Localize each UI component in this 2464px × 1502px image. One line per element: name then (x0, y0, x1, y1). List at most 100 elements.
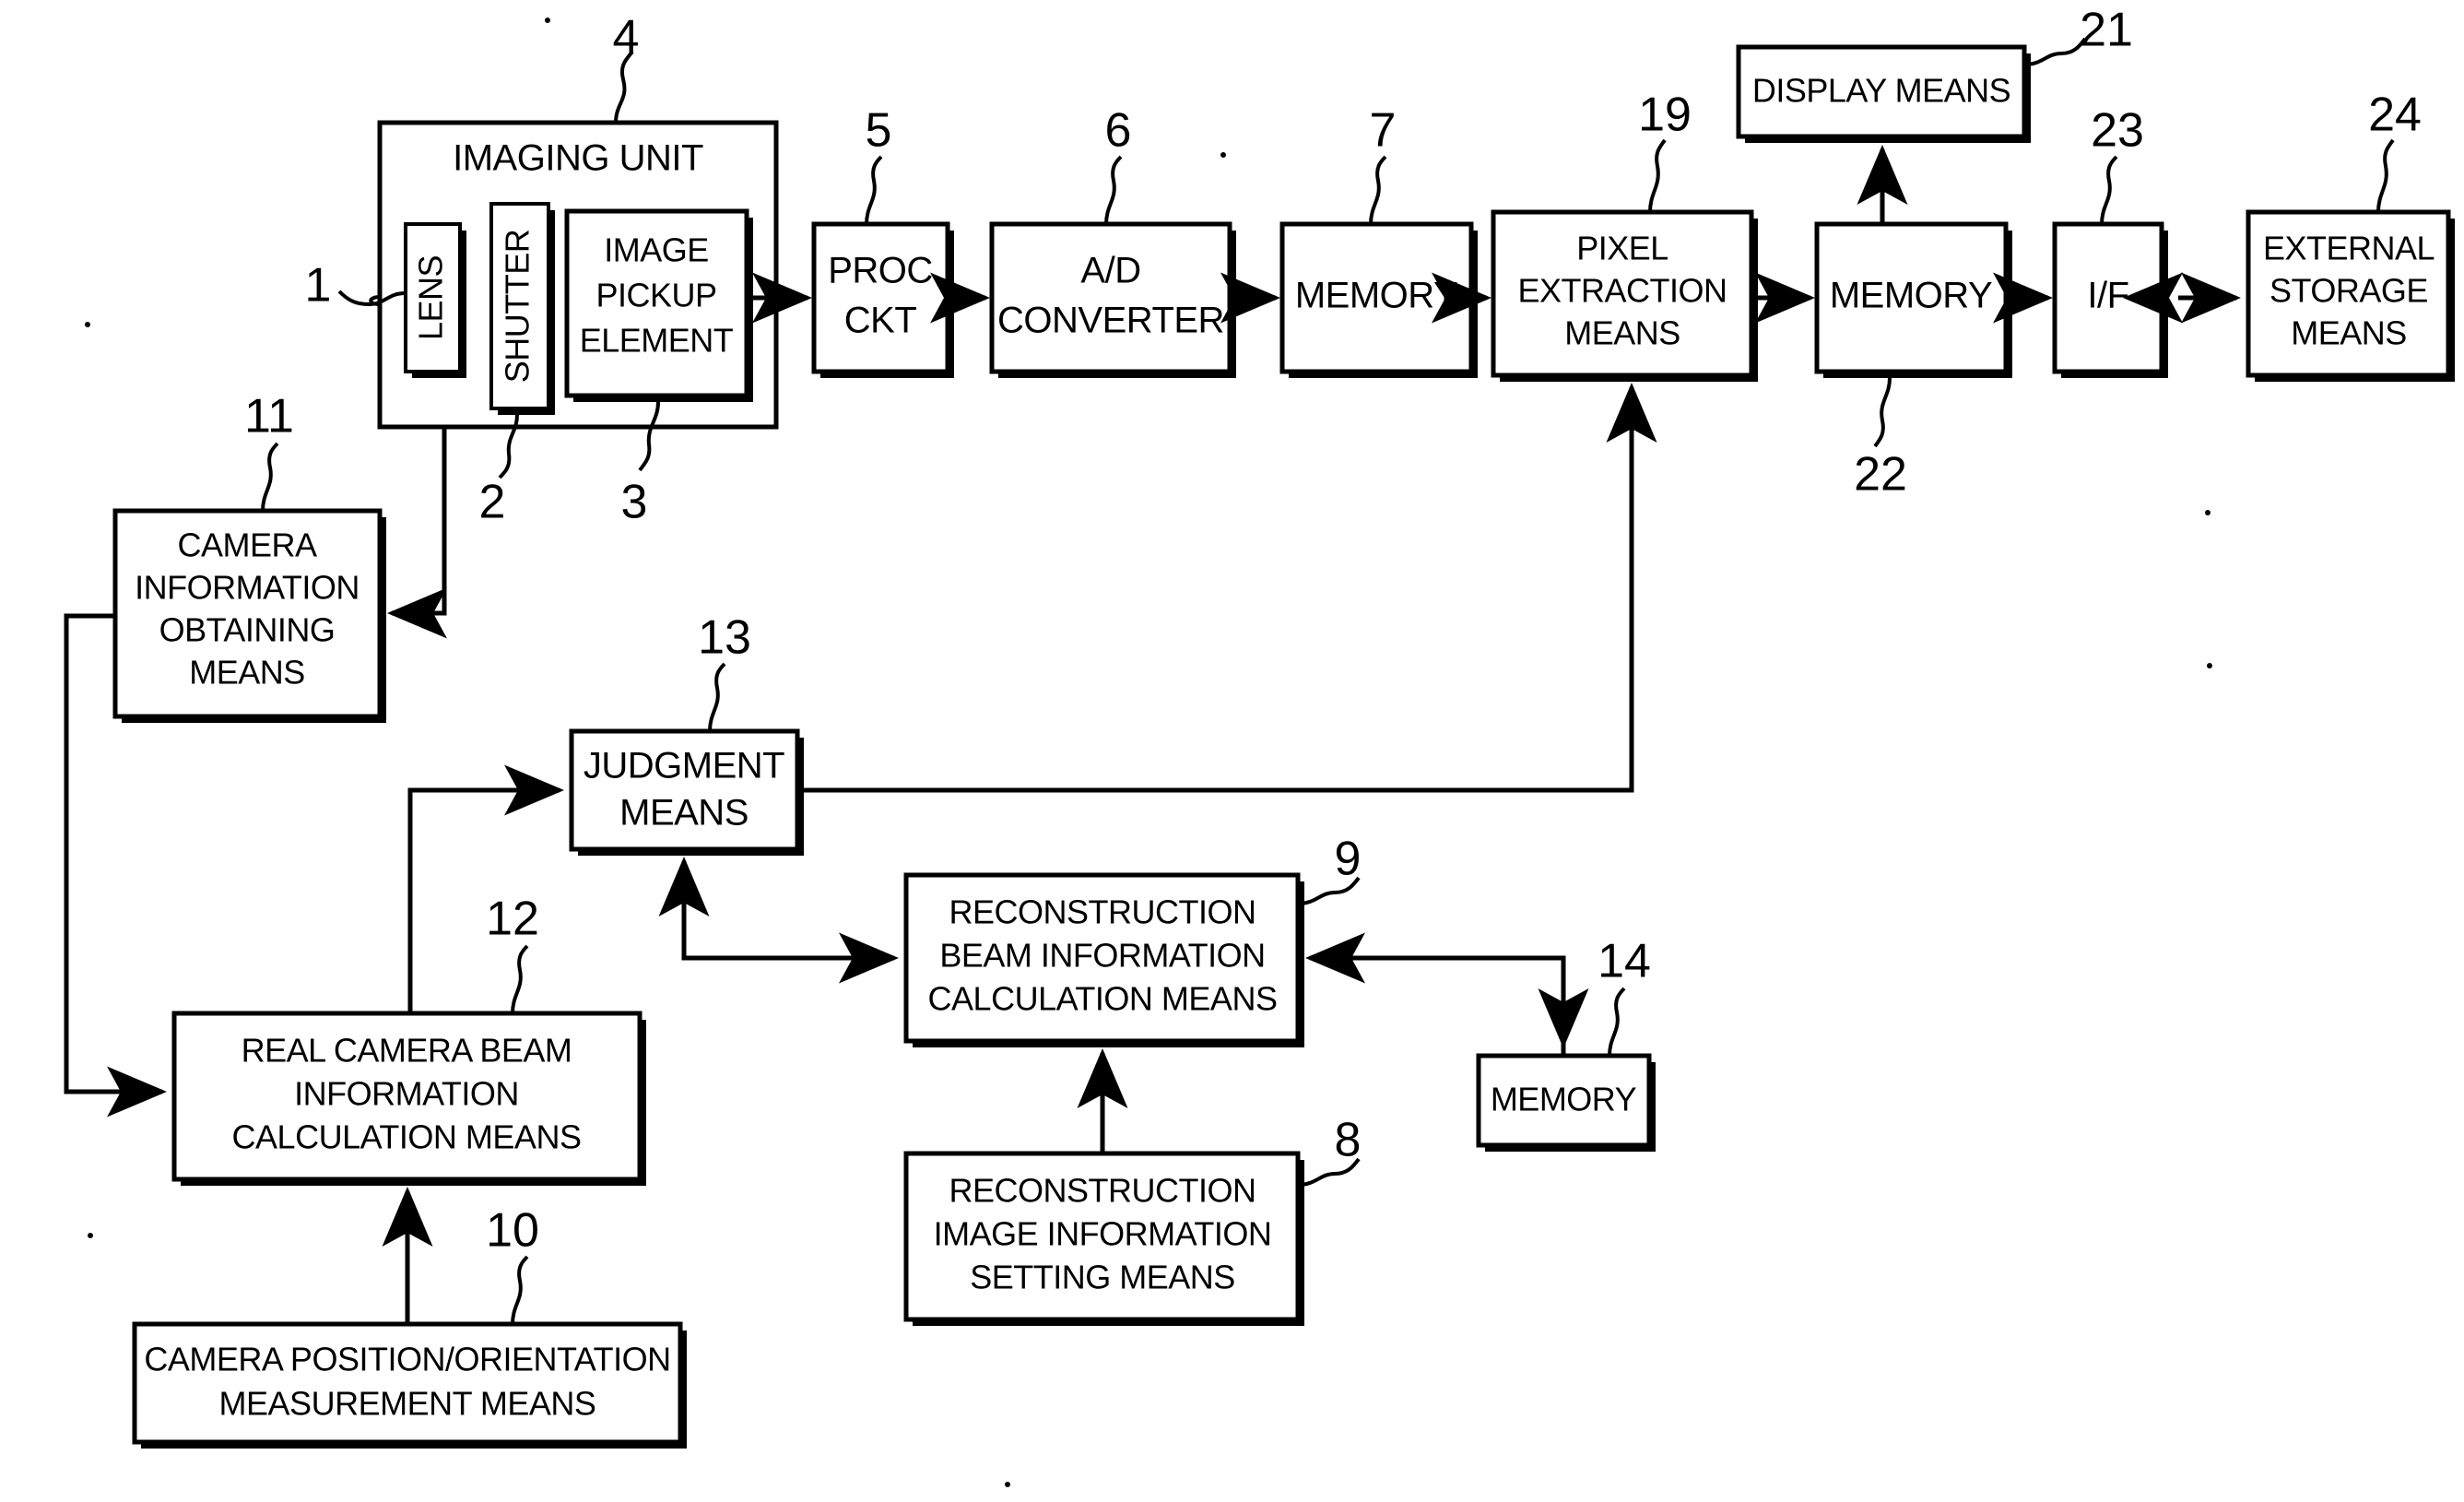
leader-line-12 (511, 944, 529, 1014)
camera-info-label-1: CAMERA (177, 526, 317, 564)
judgment-means-label-2: MEANS (619, 793, 749, 834)
block-judgment-means[interactable]: JUDGMENT MEANS (569, 728, 804, 856)
block-ad-converter[interactable]: A/D CONVERTER (989, 221, 1236, 378)
block-lens[interactable]: LENS (404, 222, 466, 378)
ref-numeral-7: 7 (1370, 104, 1397, 158)
ref-numeral-13: 13 (698, 611, 751, 665)
leader-line-23 (2100, 155, 2118, 225)
page-speck (1005, 1482, 1010, 1487)
ad-converter-label-2: CONVERTER (997, 301, 1224, 341)
camera-info-label-3: OBTAINING (159, 611, 336, 649)
ref-numeral-11: 11 (244, 390, 294, 444)
shutter-label: SHUTTER (499, 230, 536, 384)
recon-image-setting-label-2: IMAGE INFORMATION (934, 1215, 1272, 1253)
real-camera-beam-calc-label-2: INFORMATION (294, 1075, 519, 1113)
lens-label: LENS (412, 255, 450, 340)
pixel-extraction-means-label-2: EXTRACTION (1517, 272, 1727, 310)
page-speck (85, 322, 90, 327)
block-diagram-canvas: IMAGING UNIT 4 LENS 1 SHUTTER 2 IMAGE PI… (0, 0, 2464, 1502)
page-speck (1220, 152, 1226, 158)
block-pixel-extraction-means[interactable]: PIXEL EXTRACTION MEANS (1491, 209, 1758, 382)
ref-numeral-10: 10 (486, 1204, 539, 1258)
page-speck (545, 18, 550, 23)
external-storage-means-label-1: EXTERNAL (2263, 230, 2435, 267)
block-real-camera-beam-information-calculation-means[interactable]: REAL CAMERA BEAM INFORMATION CALCULATION… (171, 1011, 646, 1186)
ref-numeral-14: 14 (1597, 935, 1651, 988)
image-pickup-element-label-1: IMAGE (604, 231, 709, 269)
page-speck (2207, 663, 2212, 668)
ad-converter-label-1: A/D (1080, 251, 1140, 291)
ref-numeral-2: 2 (479, 476, 506, 529)
ref-numeral-22: 22 (1854, 448, 1907, 502)
block-display-means[interactable]: DISPLAY MEANS (1736, 44, 2031, 143)
ref-numeral-19: 19 (1638, 89, 1692, 142)
block-camera-position-orientation-measurement-means[interactable]: CAMERA POSITION/ORIENTATION MEASUREMENT … (132, 1321, 687, 1449)
leader-line-21 (2023, 37, 2087, 66)
camera-info-label-2: INFORMATION (135, 569, 360, 607)
camera-pos-meas-label-2: MEASUREMENT MEANS (219, 1385, 596, 1423)
leader-line-14 (1608, 987, 1626, 1057)
ref-numeral-12: 12 (486, 893, 539, 946)
real-camera-beam-calc-label-1: REAL CAMERA BEAM (242, 1032, 572, 1070)
leader-line-13 (708, 662, 726, 732)
recon-beam-calc-label-2: BEAM INFORMATION (939, 937, 1265, 975)
ref-numeral-3: 3 (621, 476, 648, 529)
proc-ckt-label-1: PROC (828, 251, 933, 291)
block-camera-information-obtaining-means[interactable]: CAMERA INFORMATION OBTAINING MEANS (112, 508, 386, 723)
pixel-extraction-means-label-3: MEANS (1564, 314, 1680, 352)
external-storage-means-label-2: STORAGE (2269, 272, 2428, 310)
ref-numeral-21: 21 (2080, 4, 2133, 57)
recon-beam-calc-label-1: RECONSTRUCTION (949, 893, 1256, 931)
leader-line-7 (1369, 155, 1387, 225)
image-pickup-element-label-3: ELEMENT (580, 322, 734, 360)
block-proc-ckt[interactable]: PROC CKT (811, 221, 954, 378)
ref-numeral-6: 6 (1105, 104, 1132, 158)
pixel-extraction-means-label-1: PIXEL (1576, 230, 1668, 267)
ad-converter-rect (989, 221, 1232, 374)
interface-label: I/F (2087, 276, 2128, 316)
block-reconstruction-beam-information-calculation-means[interactable]: RECONSTRUCTION BEAM INFORMATION CALCULAT… (903, 872, 1304, 1047)
judgment-means-label-1: JUDGMENT (584, 746, 784, 786)
ref-numeral-8: 8 (1335, 1114, 1362, 1167)
recon-beam-calc-label-3: CALCULATION MEANS (928, 980, 1278, 1018)
block-memory-7[interactable]: MEMORY (1279, 221, 1478, 378)
block-shutter[interactable]: SHUTTER (489, 202, 555, 415)
page-speck (2205, 510, 2211, 515)
ref-numeral-24: 24 (2368, 89, 2422, 142)
leader-line-19 (1648, 138, 1667, 213)
leader-line-22 (1873, 377, 1892, 448)
connector-recon-beam-to-judgment (658, 857, 894, 961)
block-interface[interactable]: I/F (2052, 221, 2168, 378)
connector-imaging-to-camera-info (387, 427, 447, 639)
ref-numeral-9: 9 (1335, 833, 1362, 886)
ref-numeral-1: 1 (305, 259, 332, 313)
memory-7-label: MEMORY (1295, 276, 1457, 316)
connector-memory14-to-recon-beam (1305, 932, 1566, 1056)
block-memory-14[interactable]: MEMORY (1476, 1053, 1656, 1152)
block-external-storage-means[interactable]: EXTERNAL STORAGE MEANS (2246, 209, 2455, 382)
real-camera-beam-calc-label-3: CALCULATION MEANS (232, 1118, 582, 1156)
memory-14-label: MEMORY (1491, 1081, 1637, 1118)
leader-line-11 (261, 442, 279, 512)
leader-line-6 (1104, 155, 1123, 225)
external-storage-means-label-3: MEANS (2291, 314, 2407, 352)
patent-figure: IMAGING UNIT 4 LENS 1 SHUTTER 2 IMAGE PI… (0, 0, 2464, 1502)
image-pickup-element-label-2: PICKUP (595, 277, 716, 314)
block-image-pickup-element[interactable]: IMAGE PICKUP ELEMENT (564, 208, 753, 402)
imaging-unit-label: IMAGING UNIT (453, 138, 703, 179)
memory-22-label: MEMORY (1830, 276, 1992, 316)
block-reconstruction-image-information-setting-means[interactable]: RECONSTRUCTION IMAGE INFORMATION SETTING… (903, 1151, 1304, 1326)
ref-numeral-5: 5 (866, 104, 892, 158)
leader-line-24 (2376, 138, 2395, 213)
ref-numeral-23: 23 (2091, 104, 2144, 158)
proc-ckt-label-2: CKT (844, 301, 917, 341)
recon-image-setting-label-3: SETTING MEANS (970, 1259, 1235, 1296)
recon-image-setting-label-1: RECONSTRUCTION (949, 1172, 1256, 1210)
leader-line-5 (865, 155, 883, 225)
proc-ckt-rect (811, 221, 950, 374)
display-means-label: DISPLAY MEANS (1752, 72, 2010, 110)
block-memory-22[interactable]: MEMORY (1814, 221, 2012, 378)
ref-numeral-4: 4 (613, 11, 640, 65)
connector-judgment-to-pixel-extraction (797, 383, 1657, 793)
leader-line-10 (511, 1255, 529, 1325)
